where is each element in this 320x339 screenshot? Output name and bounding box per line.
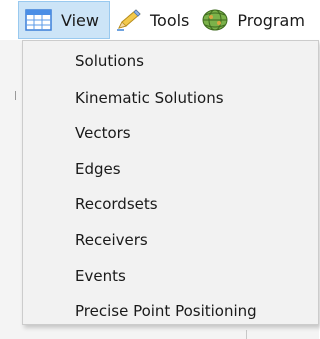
menu-item-kinematic-solutions[interactable]: Kinematic Solutions (23, 81, 318, 115)
menu-item-receivers[interactable]: Receivers (23, 223, 318, 257)
screen: View Tools Program Solutions Kinematic S… (0, 0, 319, 339)
menu-item-events[interactable]: Events (23, 259, 318, 293)
globe-icon (201, 8, 229, 32)
menu-tools[interactable]: Tools (110, 1, 197, 39)
window-bottom-divider (246, 330, 247, 339)
menu-item-recordsets[interactable]: Recordsets (23, 187, 318, 221)
window-divider-tick (15, 91, 16, 100)
menu-program-label: Program (237, 10, 305, 30)
menu-item-precise-point-positioning[interactable]: Precise Point Positioning (23, 294, 318, 328)
menu-tools-label: Tools (149, 10, 190, 30)
menu-view[interactable]: View (18, 1, 110, 39)
menu-item-vectors[interactable]: Vectors (23, 116, 318, 150)
menu-bar: View Tools Program (0, 0, 319, 40)
menu-item-solutions[interactable]: Solutions (23, 44, 318, 78)
pencil-icon (114, 8, 142, 32)
menu-item-edges[interactable]: Edges (23, 152, 318, 186)
window-left-gutter (0, 0, 22, 339)
view-dropdown-menu: Solutions Kinematic Solutions Vectors Ed… (22, 40, 319, 325)
table-icon (25, 8, 53, 32)
menu-view-label: View (61, 10, 99, 30)
menu-program[interactable]: Program (197, 1, 313, 39)
